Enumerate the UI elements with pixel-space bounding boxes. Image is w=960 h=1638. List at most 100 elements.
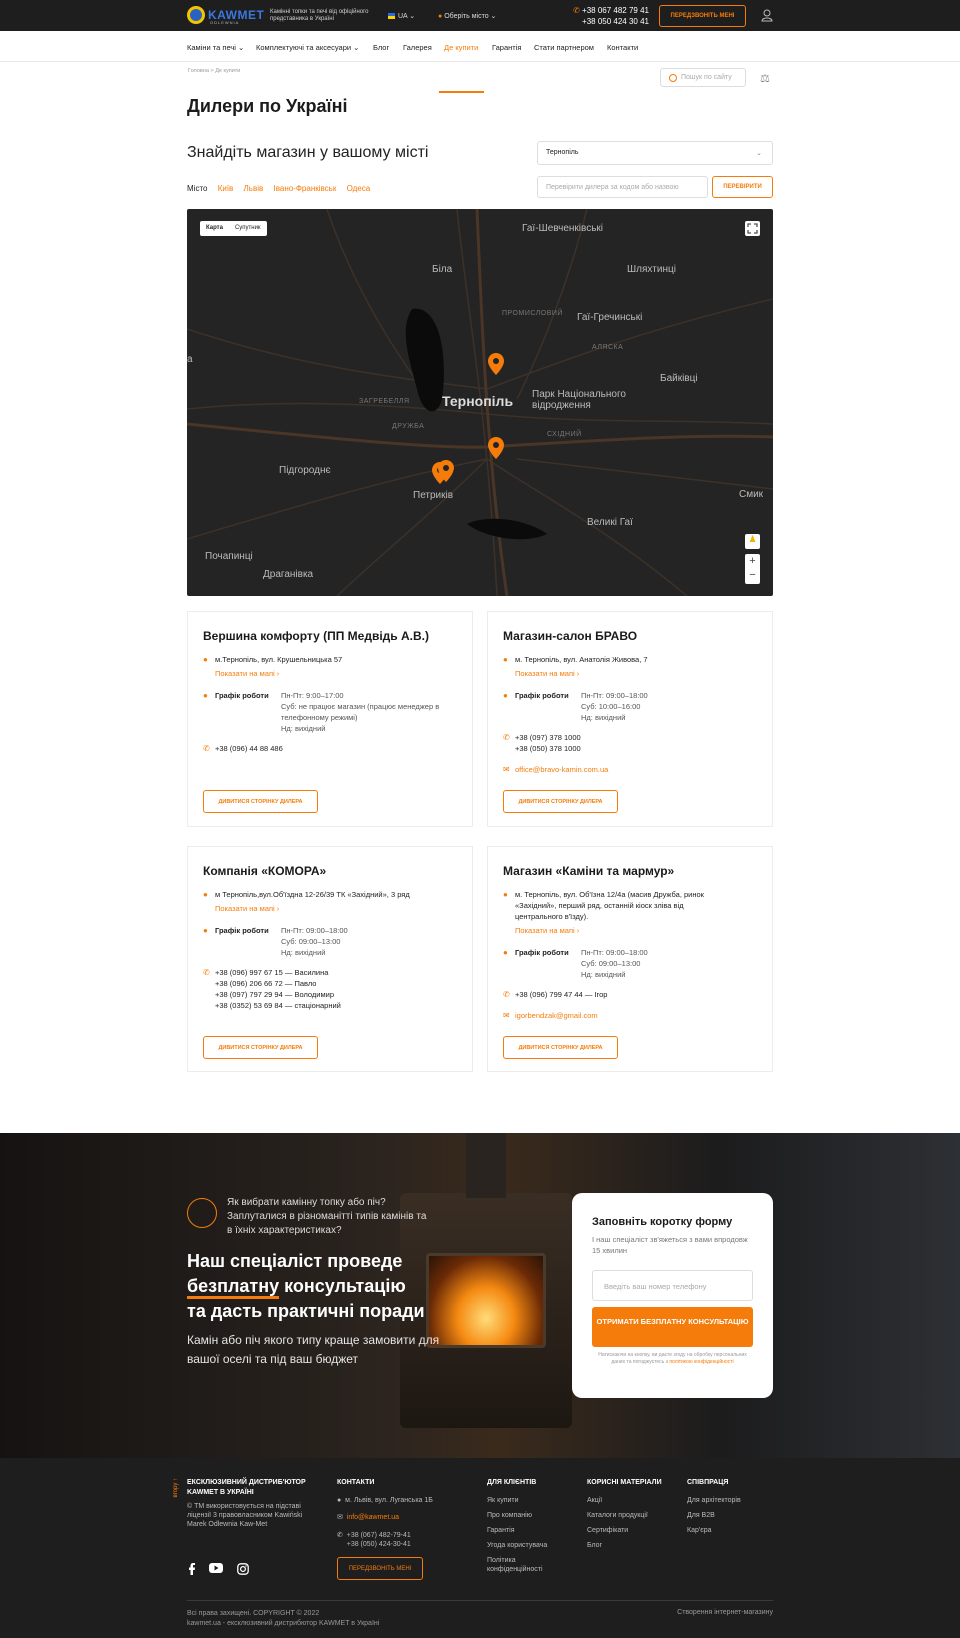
map-label: АЛЯСКА: [592, 344, 624, 351]
breadcrumb-home[interactable]: Головна: [188, 68, 209, 74]
dealer-phone[interactable]: ✆ +38 (097) 378 1000 +38 (050) 378 1000: [503, 732, 581, 754]
nav-item-accessories[interactable]: Комплектуючі та аксесуари ⌄: [256, 43, 359, 52]
phone-2[interactable]: +38 050 424 30 41: [565, 16, 649, 27]
footer-copyright: Всі права захищені. COPYRIGHT © 2022 kawm…: [187, 1609, 379, 1629]
clock-icon: ●: [203, 926, 208, 935]
dealer-address: ● м Тернопіль,вул.Об'їздна 12-26/39 ТК «З…: [203, 889, 410, 900]
city-select-label: Оберіть місто: [444, 13, 489, 20]
phone-1[interactable]: ✆ +38 067 482 79 41: [565, 5, 649, 16]
get-consultation-button[interactable]: ОТРИМАТИ БЕЗПЛАТНУ КОНСУЛЬТАЦІЮ: [592, 1307, 753, 1347]
compare-icon[interactable]: ⚖: [760, 72, 770, 85]
nav-item-warranty[interactable]: Гарантія: [492, 43, 521, 52]
breadcrumb: Головна > Де купити: [188, 68, 240, 74]
map-label: Великі Гаї: [587, 517, 633, 528]
user-icon[interactable]: [761, 9, 773, 22]
privacy-policy-link[interactable]: політикою конфіденційності: [669, 1359, 733, 1365]
footer-link[interactable]: Угода користувача: [487, 1541, 547, 1550]
footer-link[interactable]: Для B2B: [687, 1511, 715, 1520]
nav-item-blog[interactable]: Блог: [373, 43, 389, 52]
phone-input[interactable]: Введіть ваш номер телефону: [592, 1270, 753, 1301]
footer-email[interactable]: ✉ info@kawmet.ua: [337, 1513, 399, 1522]
show-on-map-link[interactable]: Показати на мапі ›: [203, 903, 279, 914]
promo-headline: Наш спеціаліст проведе безплатну консуль…: [187, 1249, 447, 1324]
zoom-in-button[interactable]: +: [745, 554, 760, 568]
dealer-page-button[interactable]: ДИВИТИСЯ СТОРІНКУ ДИЛЕРА: [503, 1036, 618, 1059]
dealer-phone[interactable]: +38 (0352) 53 69 84 — стаціонарний: [215, 1000, 453, 1011]
street-view-pegman-icon[interactable]: ♟: [745, 534, 760, 549]
dealer-phone-note: — Павло: [284, 979, 317, 988]
footer-link[interactable]: Як купити: [487, 1496, 519, 1505]
quick-city-odesa[interactable]: Одеса: [347, 184, 371, 193]
nav-item-where-to-buy[interactable]: Де купити: [444, 43, 478, 52]
map-marker-icon[interactable]: [488, 353, 504, 375]
dealer-phone-text: +38 (096) 997 67 15: [215, 968, 283, 977]
map-marker-icon[interactable]: [438, 460, 454, 482]
search-input[interactable]: Пошук по сайту: [660, 68, 746, 87]
dealer-phone[interactable]: +38 (097) 797 29 94 — Володимир: [215, 989, 453, 1000]
dealer-phone[interactable]: ✆ +38 (096) 44 88 486: [203, 743, 283, 754]
show-on-map-label: Показати на мапі: [215, 904, 275, 913]
zoom-out-button[interactable]: −: [745, 568, 760, 582]
map-label: Драганівка: [263, 569, 314, 580]
header-phones: ✆ +38 067 482 79 41 +38 050 424 30 41: [565, 5, 649, 27]
dealer-address: ● м.Тернопіль, вул. Крушельницька 57: [203, 654, 342, 665]
dealer-page-button[interactable]: ДИВИТИСЯ СТОРІНКУ ДИЛЕРА: [203, 790, 318, 813]
dealers-map[interactable]: Гаї-Шевченківські Біла Шляхтинці ПРОМИСЛ…: [187, 209, 773, 596]
map-label: Байківці: [660, 373, 698, 384]
dealer-page-button[interactable]: ДИВИТИСЯ СТОРІНКУ ДИЛЕРА: [503, 790, 618, 813]
developer-credit[interactable]: Створення інтернет-магазину: [648, 1609, 773, 1616]
language-select[interactable]: UA ⌄: [388, 12, 415, 20]
dealer-phone[interactable]: +38 (096) 206 66 72 — Павло: [215, 978, 453, 989]
map-tab-map[interactable]: Карта: [200, 221, 229, 236]
chevron-right-icon: ›: [576, 669, 580, 678]
city-select[interactable]: ● Оберіть місто ⌄: [438, 12, 496, 20]
footer-link[interactable]: Про компанію: [487, 1511, 532, 1520]
footer-callback-button[interactable]: ПЕРЕДЗВОНІТЬ МЕНІ: [337, 1557, 423, 1580]
callback-button[interactable]: ПЕРЕДЗВОНІТЬ МЕНІ: [659, 5, 746, 27]
scroll-up-link[interactable]: вгору ↑: [173, 1478, 179, 1498]
quick-city-ivano-frankivsk[interactable]: Івано-Франківськ: [273, 184, 336, 193]
nav-item-partner[interactable]: Стати партнером: [534, 43, 594, 52]
map-tab-satellite[interactable]: Супутник: [229, 221, 267, 236]
schedule-line: Суб: 09:00–13:00: [281, 937, 341, 946]
dealer-phone[interactable]: ✆ +38 (096) 799 47 44 — Ігор: [503, 989, 607, 1000]
footer-phones[interactable]: ✆ +38 (067) 482-79-41 +38 (050) 424-30-4…: [337, 1531, 411, 1549]
nav-item-gallery[interactable]: Галерея: [403, 43, 432, 52]
city-dropdown[interactable]: Тернопіль ⌄: [537, 141, 773, 165]
footer-link[interactable]: Для архітекторів: [687, 1496, 741, 1505]
dealer-page-button[interactable]: ДИВИТИСЯ СТОРІНКУ ДИЛЕРА: [203, 1036, 318, 1059]
map-marker-icon[interactable]: [488, 437, 504, 459]
map-label: ЗАГРЕБЕЛЛЯ: [359, 398, 410, 405]
footer-link[interactable]: Гарантія: [487, 1526, 515, 1535]
form-title: Заповніть коротку форму: [592, 1216, 733, 1228]
show-on-map-label: Показати на мапі: [215, 669, 275, 678]
footer-link[interactable]: Акції: [587, 1496, 602, 1505]
dealer-phone[interactable]: +38 (096) 997 67 15 — Василина: [215, 967, 453, 978]
show-on-map-link[interactable]: Показати на мапі ›: [503, 668, 579, 679]
dealer-email[interactable]: ✉ office@bravo-kamin.com.ua: [503, 764, 608, 775]
footer-link[interactable]: Кар'єра: [687, 1526, 712, 1535]
logo-mark-icon: [187, 6, 205, 24]
logo[interactable]: KAWMET ODLEWNIA: [187, 6, 264, 25]
instagram-icon[interactable]: [237, 1563, 249, 1578]
footer-link[interactable]: Каталоги продукції: [587, 1511, 648, 1520]
nav-item-contacts[interactable]: Контакти: [607, 43, 638, 52]
main-nav: Каміни та печі ⌄ Комплектуючі та аксесуа…: [0, 31, 960, 93]
footer-link[interactable]: Сертифікати: [587, 1526, 628, 1535]
dealer-check-input[interactable]: Перевірити дилера за кодом або назвою: [537, 176, 708, 198]
show-on-map-link[interactable]: Показати на мапі ›: [203, 668, 279, 679]
map-type-toggle: Карта Супутник: [200, 221, 267, 236]
fullscreen-icon[interactable]: [745, 221, 760, 236]
footer-link[interactable]: Блог: [587, 1541, 602, 1550]
dealer-email[interactable]: ✉ igorbendzak@gmail.com: [503, 1010, 598, 1021]
dealer-address-text: м Тернопіль,вул.Об'їздна 12-26/39 ТК «За…: [215, 890, 410, 899]
facebook-icon[interactable]: [187, 1563, 196, 1578]
youtube-icon[interactable]: [209, 1563, 223, 1576]
quick-city-lviv[interactable]: Львів: [244, 184, 264, 193]
show-on-map-link[interactable]: Показати на мапі ›: [503, 925, 579, 936]
quick-city-kyiv[interactable]: Київ: [218, 184, 234, 193]
nav-item-fireplaces[interactable]: Каміни та печі ⌄: [187, 43, 244, 52]
footer-distributor-title: ЕКСКЛЮЗИВНИЙ ДИСТРИБ'ЮТОР KAWMET В УКРАЇ…: [187, 1479, 306, 1496]
check-dealer-button[interactable]: ПЕРЕВІРИТИ: [712, 176, 773, 198]
footer-link[interactable]: Політика конфіденційності: [487, 1556, 567, 1574]
